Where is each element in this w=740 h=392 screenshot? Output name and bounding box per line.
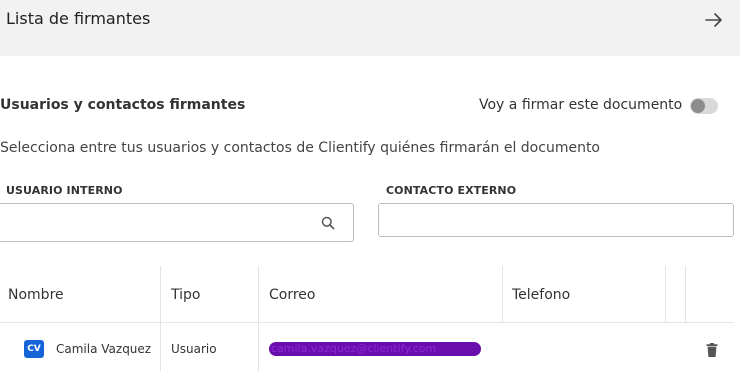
signer-type: Usuario xyxy=(171,342,217,356)
panel-title: Lista de firmantes xyxy=(6,9,151,28)
column-divider xyxy=(258,266,259,371)
internal-user-input[interactable] xyxy=(0,204,353,241)
arrow-right-icon[interactable] xyxy=(704,10,724,30)
panel-header: Lista de firmantes xyxy=(0,0,740,56)
external-contact-input[interactable] xyxy=(379,204,733,236)
signer-name: Camila Vazquez xyxy=(56,342,152,356)
signer-email-redacted: camila.vazquez@clientify.com xyxy=(269,342,481,356)
self-sign-label: Voy a firmar este documento xyxy=(479,97,683,113)
section-title: Usuarios y contactos firmantes xyxy=(0,97,246,113)
signers-table: Nombre Tipo Correo Telefono CV Camila Va… xyxy=(0,266,740,392)
column-divider xyxy=(665,266,666,323)
column-divider xyxy=(685,266,686,323)
column-header-name: Nombre xyxy=(8,287,64,303)
column-divider xyxy=(160,266,161,371)
self-sign-toggle[interactable] xyxy=(690,98,718,114)
header-separator xyxy=(0,322,734,323)
external-contact-label: CONTACTO EXTERNO xyxy=(386,184,517,197)
column-header-phone: Telefono xyxy=(512,287,571,303)
internal-user-field xyxy=(0,203,354,242)
external-contact-field xyxy=(378,203,734,237)
column-divider xyxy=(502,266,503,323)
column-header-email: Correo xyxy=(269,287,316,303)
toggle-knob xyxy=(691,99,705,113)
internal-user-label: USUARIO INTERNO xyxy=(6,184,123,197)
avatar: CV xyxy=(24,340,44,358)
trash-icon[interactable] xyxy=(706,343,718,357)
section-description: Selecciona entre tus usuarios y contacto… xyxy=(0,140,600,156)
column-header-type: Tipo xyxy=(171,287,201,303)
